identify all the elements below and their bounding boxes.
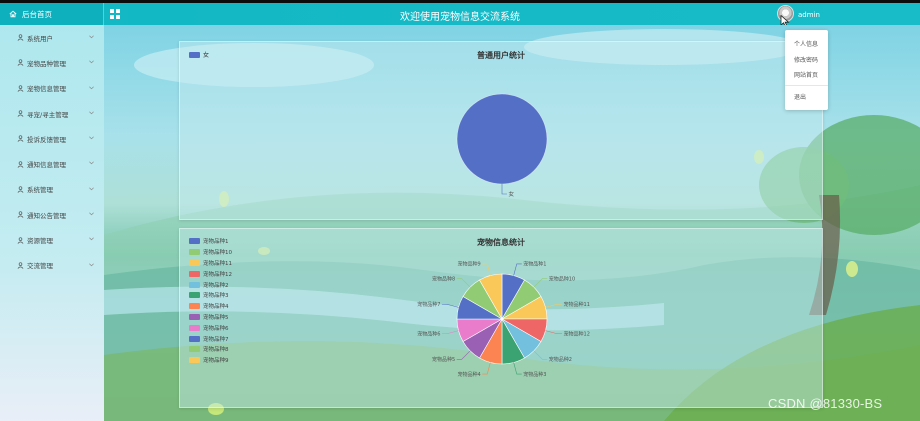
sidebar-item[interactable]: 系统用户 [0,25,104,50]
chevron-down-icon [89,161,94,165]
label-leader-line [545,303,563,308]
sidebar-item[interactable]: 宠物品种管理 [0,50,104,75]
chevron-down-icon [89,35,94,39]
pet-pie-chart: 宠物品种1宠物品种10 宠物品种11 宠物品种12 宠物品种2 宠物品种3 宠物品种4 宠物… [417,261,590,378]
home-link[interactable]: 后台首页 [0,3,104,25]
menu-grid-icon[interactable] [110,9,120,19]
user-icon [17,211,24,219]
sidebar-item-label: 资源管理 [27,237,53,246]
label-leader-line [441,303,459,308]
slice-label: 宠物品种5 [432,356,455,363]
chevron-down-icon [89,263,94,266]
chevron-down-icon [89,86,94,89]
user-icon [17,59,24,67]
logout-item[interactable]: 退出 [785,89,828,105]
user-stats-card: 女 普通用户统计 女 [179,41,823,220]
slice-label: 宠物品种7 [417,301,440,308]
sidebar-item-label: 系统管理 [27,186,53,195]
chevron-down-icon [89,187,94,191]
label-leader-line [513,263,522,276]
slice-label: 宠物品种2 [549,356,572,363]
label-leader-line [501,184,507,195]
sidebar-item[interactable]: 资源管理 [0,227,104,252]
chevron-down-icon [89,212,94,216]
user-icon [17,110,24,117]
sidebar: 系统用户宠物品种管理 宠物信息管理 寻宠/寻主管理 投诉反馈管理 通知信息管理 系统管理通… [0,25,104,421]
sidebar-item-label: 系统用户 [27,34,53,43]
label-leader-line [533,278,548,288]
home-icon [9,10,17,18]
slice-label: 宠物品种4 [458,371,481,378]
slice-label: 宠物品种3 [523,371,546,378]
slice-label: 宠物品种12 [564,331,590,338]
chevron-down-icon [89,60,94,64]
sidebar-item[interactable]: 系统管理 [0,177,104,202]
sidebar-item-label: 宠物品种管理 [27,59,66,68]
sidebar-item[interactable]: 交流管理 [0,253,104,278]
home-label: 后台首页 [22,9,52,19]
sidebar-item[interactable]: 通知公告管理 [0,202,104,227]
user-icon [17,262,24,269]
sidebar-item-label: 交流管理 [27,262,53,271]
sidebar-item-label: 宠物信息管理 [27,85,66,94]
slice-label: 宠物品种10 [549,275,575,282]
sidebar-item[interactable]: 通知信息管理 [0,151,104,176]
watermark: CSDN @81330-BS [768,396,883,411]
user-icon [17,236,24,244]
label-leader-line [482,362,491,375]
slice-label: 宠物品种8 [432,275,455,282]
sidebar-item-label: 投诉反馈管理 [27,135,66,144]
user-icon [17,135,24,143]
sidebar-item[interactable]: 宠物信息管理 [0,76,104,101]
pie-slice[interactable] [456,93,548,185]
chevron-down-icon [89,237,94,241]
sidebar-item-label: 通知公告管理 [27,211,66,220]
username-label[interactable]: admin [798,11,820,19]
label-leader-line [545,330,563,335]
slice-label: 宠物品种9 [458,261,481,268]
sidebar-item-label: 寻宠/寻主管理 [27,110,69,119]
slice-label: 宠物品种1 [523,261,546,268]
label-leader-line [482,263,491,276]
top-navbar: 后台首页 欢迎使用宠物信息交流系统 admin [0,3,920,27]
pet-stats-card: 宠物品种1 宠物品种10 宠物品种11 宠物品种12 宠物品种2 宠物品种3 宠物品种4 宠物… [179,228,823,408]
label-leader-line [513,362,522,375]
slice-label: 女 [509,190,515,198]
divider [785,84,828,86]
sidebar-item[interactable]: 寻宠/寻主管理 [0,101,104,126]
slice-label: 宠物品种6 [417,331,440,338]
user-icon [17,34,24,41]
label-leader-line [456,278,471,288]
user-menu-item[interactable]: 网站首页 [785,67,828,83]
slice-label: 宠物品种11 [564,301,590,308]
chevron-down-icon [89,111,94,115]
label-leader-line [456,350,471,360]
user-menu-item[interactable]: 修改密码 [785,52,828,68]
label-leader-line [441,330,459,335]
user-menu-item[interactable]: 个人信息 [785,36,828,52]
sidebar-item[interactable]: 投诉反馈管理 [0,126,104,151]
user-icon [17,186,24,193]
user-dropdown-menu: 个人信息 修改密码 网站首页退出 [785,30,828,110]
user-icon [17,85,24,92]
user-icon [17,160,24,168]
user-pie-chart: 女 [456,93,548,198]
label-leader-line [533,350,548,360]
sidebar-item-label: 通知信息管理 [27,161,66,170]
chevron-down-icon [89,136,94,140]
